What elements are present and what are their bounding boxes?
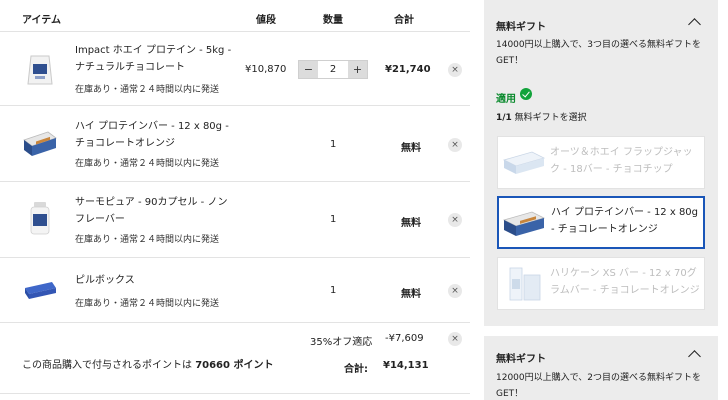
product-name[interactable]: サーモピュア - 90カプセル - ノンフレーバー	[75, 194, 235, 228]
gift-count-suffix: 無料ギフトを選択	[511, 113, 587, 123]
gift-option-name: ハイ プロテインバー - 12 x 80g - チョコレートオレンジ	[551, 207, 699, 235]
protein-bar-box-icon	[23, 131, 57, 156]
quantity-value: 1	[330, 214, 337, 225]
cart-table: アイテム 値段 数量 合計 Impact ホエイ プロテイン - 5kg - ナ…	[0, 0, 470, 400]
table-row: ハイ プロテインバー - 12 x 80g - チョコレートオレンジ 在庫あり・…	[0, 106, 470, 182]
gift-title: 無料ギフト	[496, 22, 546, 33]
remove-icon[interactable]: ×	[448, 138, 462, 152]
stock-status: 在庫あり・通常２４時間以内に発送	[75, 235, 220, 245]
applied-label: 適用	[496, 94, 516, 105]
table-row: サーモピュア - 90カプセル - ノンフレーバー 在庫あり・通常２４時間以内に…	[0, 182, 470, 258]
stock-status: 在庫あり・通常２４時間以内に発送	[75, 159, 220, 169]
stock-status: 在庫あり・通常２４時間以内に発送	[75, 299, 220, 309]
header-price: 値段	[256, 15, 276, 26]
quantity-value: 1	[330, 139, 337, 150]
stock-status: 在庫あり・通常２４時間以内に発送	[75, 85, 220, 95]
line-total: 無料	[401, 143, 421, 154]
quantity-input[interactable]: 2	[318, 61, 348, 78]
protein-bar-box-icon	[502, 211, 546, 236]
check-circle-icon	[520, 88, 532, 100]
total-label: 合計:	[344, 364, 368, 375]
remove-icon[interactable]: ×	[448, 63, 462, 77]
total-value: ¥14,131	[383, 360, 429, 371]
increase-button[interactable]: +	[348, 61, 367, 78]
points-prefix: この商品購入で付与されるポイントは	[22, 360, 196, 371]
line-total: ¥21,740	[385, 64, 431, 75]
header-total: 合計	[394, 15, 414, 26]
flapjack-box-icon	[502, 151, 546, 174]
points-value: 70660 ポイント	[195, 360, 274, 371]
capsule-bottle-icon	[30, 202, 50, 235]
gift-option[interactable]: ハリケーン XS バー - 12 x 70グラムバー - チョコレートオレンジ	[497, 257, 705, 310]
unit-price: ¥10,870	[245, 64, 287, 75]
gift-option-name: オーツ＆ホエイ フラップジャック - 18バー - チョコチップ	[550, 147, 693, 175]
line-total: 無料	[401, 289, 421, 300]
gift-select-count: 1/1 無料ギフトを選択	[496, 110, 587, 123]
chevron-up-icon[interactable]	[688, 18, 701, 31]
free-gift-panel-2: 無料ギフト 12000円以上購入で、2つ目の選べる無料ギフトをGET！	[484, 336, 718, 400]
gift-option-selected[interactable]: ハイ プロテインバー - 12 x 80g - チョコレートオレンジ	[497, 196, 705, 249]
points-note: この商品購入で付与されるポイントは 70660 ポイント	[22, 358, 292, 374]
discount-label: 35%オフ適応	[310, 337, 373, 348]
gift-description: 14000円以上購入で、3つ目の選べる無料ギフトをGET！	[496, 40, 701, 66]
remove-icon[interactable]: ×	[448, 284, 462, 298]
chevron-up-icon[interactable]	[688, 350, 701, 363]
divider	[0, 393, 470, 394]
gift-count: 1/1	[496, 113, 512, 123]
quantity-value: 1	[330, 285, 337, 296]
decrease-button[interactable]: −	[299, 61, 318, 78]
remove-discount-icon[interactable]: ×	[448, 332, 462, 346]
pill-box-icon	[25, 282, 56, 299]
product-name[interactable]: ピルボックス	[75, 272, 235, 289]
header-item: アイテム	[22, 15, 61, 26]
header-qty: 数量	[323, 15, 343, 26]
remove-icon[interactable]: ×	[448, 213, 462, 227]
protein-bag-icon	[27, 55, 53, 85]
table-row: ピルボックス 在庫あり・通常２４時間以内に発送 1 無料 ×	[0, 258, 470, 323]
line-total: 無料	[401, 218, 421, 229]
table-row: Impact ホエイ プロテイン - 5kg - ナチュラルチョコレート 在庫あ…	[0, 32, 470, 106]
gift-title: 無料ギフト	[496, 354, 546, 365]
hurricane-bar-box-icon	[509, 267, 541, 301]
gift-description: 12000円以上購入で、2つ目の選べる無料ギフトをGET！	[496, 373, 701, 399]
product-name[interactable]: ハイ プロテインバー - 12 x 80g - チョコレートオレンジ	[75, 118, 235, 152]
table-header: アイテム 値段 数量 合計	[0, 0, 470, 32]
gift-option[interactable]: オーツ＆ホエイ フラップジャック - 18バー - チョコチップ	[497, 136, 705, 189]
quantity-stepper: − 2 +	[298, 60, 368, 79]
product-name[interactable]: Impact ホエイ プロテイン - 5kg - ナチュラルチョコレート	[75, 42, 235, 76]
discount-value: -¥7,609	[385, 333, 424, 344]
gift-option-name: ハリケーン XS バー - 12 x 70グラムバー - チョコレートオレンジ	[550, 268, 700, 296]
